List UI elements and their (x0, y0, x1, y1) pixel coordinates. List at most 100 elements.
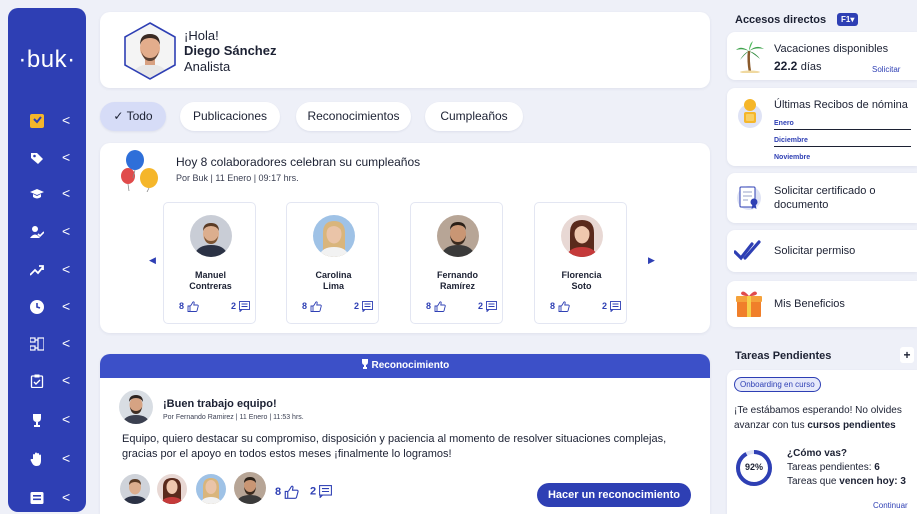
tab-all[interactable]: ✓ Todo (100, 102, 166, 131)
sidebar-item-documents[interactable]: < (8, 107, 86, 137)
chevron-left-icon: < (62, 149, 71, 165)
sidebar-item-people[interactable]: < (8, 218, 86, 248)
user-check-icon (30, 225, 45, 239)
recognition-meta: Por Fernando Ramirez | 11 Enero | 11:53 … (163, 414, 304, 421)
sidebar-item-training[interactable]: < (8, 180, 86, 210)
request-vacation-link[interactable]: Solicitar (872, 65, 900, 74)
carousel-prev-button[interactable]: ◀ (149, 255, 156, 266)
sidebar-item-recognition[interactable]: < (8, 406, 86, 436)
chevron-left-icon: < (62, 298, 71, 314)
comment-icon (485, 301, 497, 313)
comment-count[interactable]: 2 (354, 301, 373, 313)
shortcut-permission[interactable]: Solicitar permiso (727, 230, 917, 272)
chevron-left-icon: < (62, 223, 71, 239)
payslip-link[interactable]: Noviembre (774, 152, 911, 164)
tasks-card: Onboarding en curso ¡Te estábamos espera… (727, 370, 917, 514)
thumbs-up-icon (187, 301, 199, 313)
continue-link[interactable]: Continuar (873, 501, 908, 510)
tasks-title: Tareas Pendientes (735, 350, 832, 362)
birthday-person-card[interactable]: Fernando Ramírez 8 2 (410, 202, 503, 324)
like-count[interactable]: 8 (426, 301, 446, 313)
sidebar-item-requests[interactable]: < (8, 445, 86, 475)
person-avatar (437, 215, 479, 257)
progress-ring: 92% (734, 448, 774, 493)
person-avatar (313, 215, 355, 257)
certificate-icon (735, 182, 763, 217)
chevron-left-icon: < (62, 335, 71, 351)
gift-icon (735, 288, 763, 323)
avatar[interactable] (122, 21, 178, 86)
birthday-person-card[interactable]: Carolina Lima 8 2 (286, 202, 379, 324)
shortcut-vacation[interactable]: Vacaciones disponibles 22.2 días Solicit… (727, 32, 917, 80)
buk-logo[interactable]: ·buk· (8, 46, 86, 74)
sidebar-item-performance[interactable]: < (8, 256, 86, 286)
recognition-post: Reconocimiento ¡Buen trabajo equipo! Por… (100, 354, 710, 514)
shortcut-certificate[interactable]: Solicitar certificado o documento (727, 173, 917, 223)
thumbs-up-icon (558, 301, 570, 313)
graduation-cap-icon (30, 187, 44, 201)
chevron-left-icon: < (62, 372, 71, 388)
tab-label: Cumpleaños (440, 109, 508, 123)
recognition-body: Equipo, quiero destacar su compromiso, d… (122, 433, 667, 460)
sidebar-item-id[interactable]: < (8, 484, 86, 514)
shortcut-benefits[interactable]: Mis Beneficios (727, 281, 917, 327)
double-check-icon (733, 239, 764, 268)
document-icon (30, 114, 44, 128)
trend-up-icon (29, 263, 44, 277)
comment-icon (609, 301, 621, 313)
birthday-person-card[interactable]: Florencia Soto 8 2 (534, 202, 627, 324)
trophy-icon (30, 413, 44, 427)
vacation-days: 22.2 días (774, 59, 822, 73)
comment-count[interactable]: 2 (602, 301, 621, 313)
progress-label: 92% (744, 462, 763, 472)
recognized-avatar[interactable] (234, 472, 266, 504)
chevron-left-icon: < (62, 112, 71, 128)
tab-recognitions[interactable]: Reconocimientos (296, 102, 411, 131)
comment-icon (238, 301, 250, 313)
org-chart-icon (29, 337, 45, 351)
recognition-header: Reconocimiento (100, 354, 710, 378)
benefits-label: Mis Beneficios (774, 298, 845, 310)
sidebar-item-benefits[interactable]: < (8, 144, 86, 174)
payslip-link[interactable]: Enero (774, 118, 911, 130)
person-avatar (190, 215, 232, 257)
author-avatar[interactable] (119, 390, 153, 424)
carousel-next-button[interactable]: ▶ (648, 255, 655, 266)
recognized-avatar[interactable] (120, 474, 150, 504)
greeting: ¡Hola! (184, 28, 219, 43)
pending-tasks: Tareas pendientes: 6 (787, 462, 880, 473)
sidebar-item-organization[interactable]: < (8, 330, 86, 360)
sidebar-item-attendance[interactable]: < (8, 293, 86, 323)
sidebar-item-tasks[interactable]: < (8, 367, 86, 397)
birthday-person-card[interactable]: Manuel Contreras 8 2 (163, 202, 256, 324)
status-badge: Onboarding en curso (734, 377, 821, 392)
tab-publications[interactable]: Publicaciones (180, 102, 280, 131)
add-task-button[interactable]: + (900, 347, 914, 363)
person-avatar (561, 215, 603, 257)
trophy-icon (361, 359, 368, 369)
give-recognition-button[interactable]: Hacer un reconocimiento (537, 483, 691, 507)
recognized-avatar[interactable] (157, 474, 187, 504)
comment-count[interactable]: 2 (310, 485, 333, 498)
like-count[interactable]: 8 (275, 485, 299, 499)
thumbs-up-icon (284, 485, 299, 499)
due-today-tasks: Tareas que vencen hoy: 3 (787, 476, 906, 487)
shortcuts-title: Accesos directos (735, 14, 827, 26)
recognized-avatar[interactable] (196, 474, 226, 504)
post-meta: Por Buk | 11 Enero | 09:17 hrs. (176, 173, 299, 183)
shortcut-key-badge[interactable]: F1▾ (837, 13, 859, 26)
like-count[interactable]: 8 (302, 301, 322, 313)
tab-birthdays[interactable]: Cumpleaños (425, 102, 523, 131)
person-name: Fernando Ramírez (436, 270, 478, 291)
thumbs-up-icon (310, 301, 322, 313)
vacation-label: Vacaciones disponibles (774, 43, 889, 55)
comment-count[interactable]: 2 (231, 301, 250, 313)
comment-count[interactable]: 2 (478, 301, 497, 313)
person-name: Florencia Soto (561, 270, 602, 291)
like-count[interactable]: 8 (179, 301, 199, 313)
chevron-left-icon: < (62, 185, 71, 201)
chevron-left-icon: < (62, 489, 71, 505)
payslip-link[interactable]: Diciembre (774, 135, 911, 147)
chevron-left-icon: < (62, 261, 71, 277)
like-count[interactable]: 8 (550, 301, 570, 313)
